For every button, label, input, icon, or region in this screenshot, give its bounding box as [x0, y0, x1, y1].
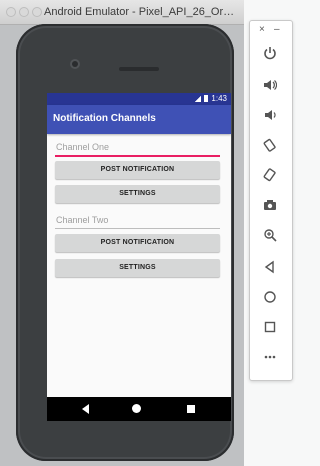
- app-bar: Notification Channels: [47, 105, 231, 134]
- channel-one-field[interactable]: Channel One: [55, 141, 220, 157]
- volume-down-icon[interactable]: [258, 105, 282, 125]
- window-title: Android Emulator - Pixel_API_26_Oreo:...: [44, 6, 240, 18]
- more-icon[interactable]: [258, 347, 282, 367]
- speaker-grille: [119, 67, 159, 71]
- phone-frame: 1:43 Notification Channels Channel One P…: [16, 24, 234, 461]
- window-zoom-button[interactable]: [32, 7, 42, 17]
- nav-overview-icon[interactable]: [187, 405, 195, 413]
- nav-back-icon[interactable]: [82, 404, 89, 414]
- window-titlebar: Android Emulator - Pixel_API_26_Oreo:...: [0, 0, 244, 25]
- zoom-icon[interactable]: [258, 225, 282, 245]
- emulator-toolbar: × –: [249, 20, 293, 381]
- toolbar-minimize-button[interactable]: –: [274, 25, 280, 35]
- nav-home-icon[interactable]: [132, 404, 141, 413]
- home-icon[interactable]: [258, 287, 282, 307]
- channel-two-settings-button[interactable]: SETTINGS: [55, 259, 220, 277]
- signal-icon: [195, 95, 202, 102]
- battery-icon: [204, 95, 209, 102]
- window-close-button[interactable]: [6, 7, 16, 17]
- back-icon[interactable]: [258, 257, 282, 277]
- power-icon[interactable]: [258, 43, 282, 63]
- channel-two-hint: Channel Two: [56, 215, 109, 225]
- device-screen: 1:43 Notification Channels Channel One P…: [47, 93, 231, 421]
- rotate-left-icon[interactable]: [258, 135, 282, 155]
- camera-icon: [72, 61, 78, 67]
- channel-two-field[interactable]: Channel Two: [55, 214, 220, 229]
- channel-one-hint: Channel One: [56, 142, 110, 152]
- channel-one-post-notification-button[interactable]: POST NOTIFICATION: [55, 161, 220, 179]
- rotate-right-icon[interactable]: [258, 165, 282, 185]
- toolbar-close-button[interactable]: ×: [259, 25, 265, 35]
- channel-one-settings-button[interactable]: SETTINGS: [55, 185, 220, 203]
- camera-icon[interactable]: [258, 195, 282, 215]
- volume-up-icon[interactable]: [258, 75, 282, 95]
- navigation-bar: [47, 397, 231, 421]
- channel-two-post-notification-button[interactable]: POST NOTIFICATION: [55, 234, 220, 252]
- emulator-window: Android Emulator - Pixel_API_26_Oreo:...…: [0, 0, 244, 466]
- status-bar: 1:43: [47, 93, 231, 105]
- app-title: Notification Channels: [53, 113, 156, 124]
- window-minimize-button[interactable]: [19, 7, 29, 17]
- status-time: 1:43: [211, 94, 227, 103]
- overview-icon[interactable]: [258, 317, 282, 337]
